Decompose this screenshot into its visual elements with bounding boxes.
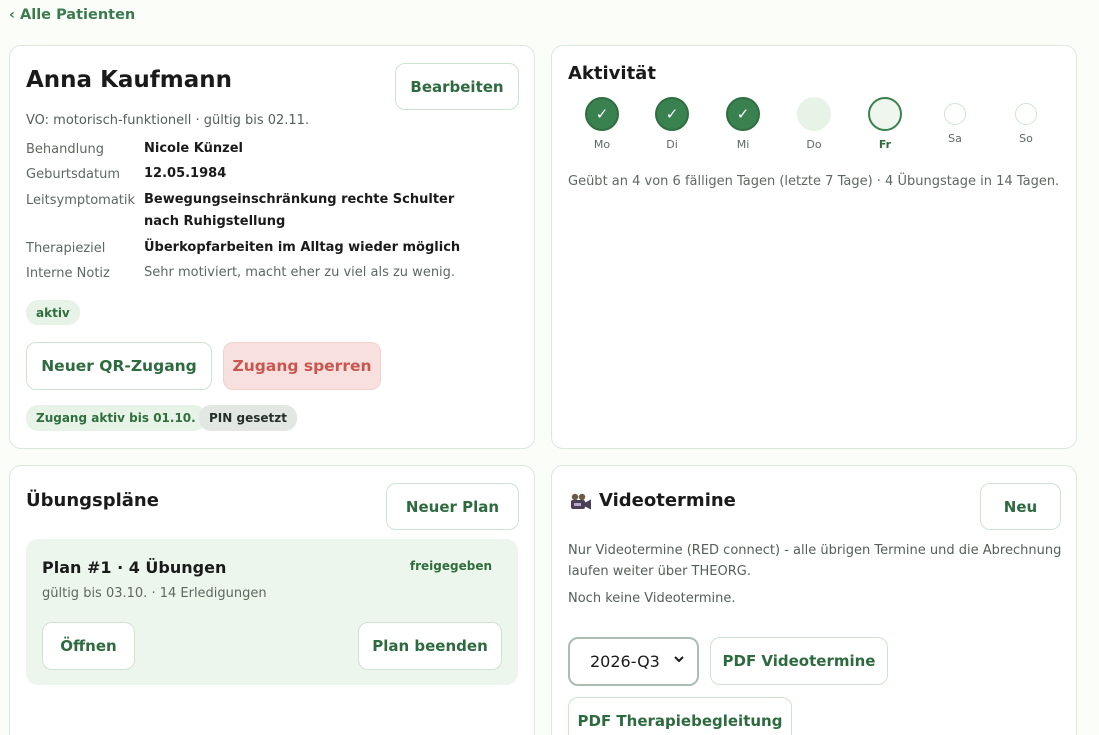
exercise-plans-card: Übungspläne Neuer Plan Plan #1 · 4 Übung… xyxy=(9,465,535,735)
patient-name: Anna Kaufmann xyxy=(26,67,233,93)
day-missed-indicator xyxy=(797,97,831,131)
video-title: Videotermine xyxy=(599,490,736,511)
day-so: So xyxy=(1001,97,1051,145)
info-value: Nicole Künzel xyxy=(144,141,243,156)
pdf-video-appointments-button[interactable]: PDF Videotermine xyxy=(710,637,888,685)
day-label: Di xyxy=(666,138,678,151)
day-label: So xyxy=(1019,132,1033,145)
day-do: Do xyxy=(789,97,839,151)
activity-card: Aktivität ✓ Mo ✓ Di ✓ Mi Do Fr Sa So Geü… xyxy=(551,45,1077,449)
lock-access-button[interactable]: Zugang sperren xyxy=(223,342,381,390)
day-fr: Fr xyxy=(860,97,910,151)
plan-meta: gültig bis 03.10. · 14 Erledigungen xyxy=(42,586,267,601)
day-done-check-icon: ✓ xyxy=(655,97,689,131)
info-label: Geburtsdatum xyxy=(26,167,120,182)
chevron-down-icon xyxy=(673,653,685,669)
plan-status-badge: freigegeben xyxy=(409,559,492,573)
status-badge: aktiv xyxy=(26,300,80,325)
new-qr-access-button[interactable]: Neuer QR-Zugang xyxy=(26,342,212,390)
open-plan-button[interactable]: Öffnen xyxy=(42,622,135,670)
day-label: Sa xyxy=(948,132,962,145)
plan-item: Plan #1 · 4 Übungen freigegeben gültig b… xyxy=(26,539,518,685)
video-empty-state: Noch keine Videotermine. xyxy=(568,591,736,606)
video-appointments-card: Videotermine Neu Nur Videotermine (RED c… xyxy=(551,465,1077,735)
day-di: ✓ Di xyxy=(647,97,697,151)
day-label: Mo xyxy=(593,138,611,151)
info-value: Bewegungseinschränkung rechte Schulter n… xyxy=(144,192,455,229)
plans-title: Übungspläne xyxy=(26,490,159,511)
info-value: Sehr motiviert, macht eher zu viel als z… xyxy=(144,265,456,280)
info-label: Behandlung xyxy=(26,142,104,157)
patient-card: Anna Kaufmann Bearbeiten VO: motorisch-f… xyxy=(9,45,535,449)
new-plan-button[interactable]: Neuer Plan xyxy=(386,483,519,530)
pin-status-badge: PIN gesetzt xyxy=(199,405,297,431)
day-label: Fr xyxy=(878,138,892,151)
edit-button[interactable]: Bearbeiten xyxy=(395,63,519,110)
day-done-check-icon: ✓ xyxy=(585,97,619,131)
info-label: Leitsymptomatik xyxy=(26,193,136,208)
day-label: Do xyxy=(806,138,822,151)
day-today-indicator xyxy=(868,97,902,131)
quarter-select-value: 2026-Q3 xyxy=(590,652,660,671)
new-video-appointment-button[interactable]: Neu xyxy=(980,483,1061,530)
day-sa: Sa xyxy=(930,97,980,145)
day-future-indicator xyxy=(944,103,966,125)
video-camera-icon xyxy=(570,493,592,515)
activity-summary: Geübt an 4 von 6 fälligen Tagen (letzte … xyxy=(568,174,1060,189)
day-mi: ✓ Mi xyxy=(718,97,768,151)
day-done-check-icon: ✓ xyxy=(726,97,760,131)
back-to-patients-link[interactable]: ‹ Alle Patienten xyxy=(9,7,135,23)
access-status-badge: Zugang aktiv bis 01.10. xyxy=(26,405,206,431)
quarter-select[interactable]: 2026-Q3 xyxy=(568,637,699,686)
info-value: Überkopfarbeiten im Alltag wieder möglic… xyxy=(144,240,461,255)
end-plan-button[interactable]: Plan beenden xyxy=(358,622,502,670)
day-future-indicator xyxy=(1015,103,1037,125)
info-label: Therapieziel xyxy=(26,241,106,256)
activity-title: Aktivität xyxy=(568,63,656,84)
day-mo: ✓ Mo xyxy=(577,97,627,151)
info-label: Interne Notiz xyxy=(26,266,110,281)
prescription-info: VO: motorisch-funktionell · gültig bis 0… xyxy=(26,113,310,128)
plan-title: Plan #1 · 4 Übungen xyxy=(42,558,227,577)
info-value: 12.05.1984 xyxy=(144,166,227,181)
video-description: Nur Videotermine (RED connect) - alle üb… xyxy=(568,543,1062,579)
pdf-therapy-support-button[interactable]: PDF Therapiebegleitung xyxy=(568,697,792,735)
day-label: Mi xyxy=(736,138,750,151)
